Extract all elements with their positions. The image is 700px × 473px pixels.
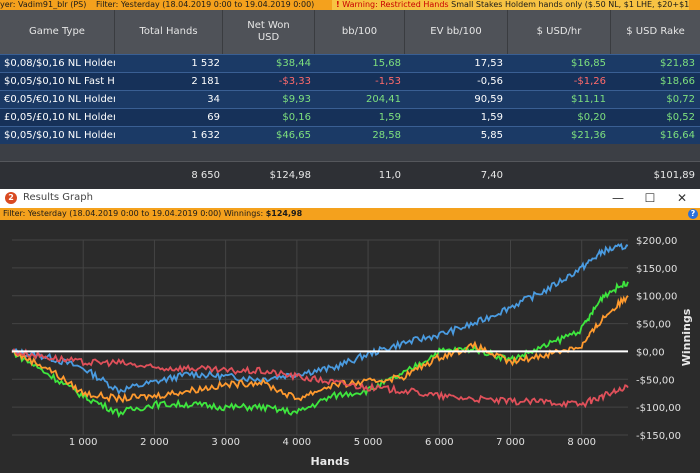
cell-game: €0,05/€0,10 NL Holdem [4,94,115,105]
cell-bb100: 28,58 [372,130,401,141]
cell-game: $0,05/$0,10 NL Fast Ho [4,76,115,87]
x-tick-label: 8 000 [567,437,596,448]
table-row[interactable]: $0,08/$0,16 NL Holdem 1 532 $38,44 15,68 17,… [0,54,700,72]
x-tick-label: 3 000 [211,437,240,448]
x-tick-label: 5 000 [354,437,383,448]
cell-hands: 1 532 [191,58,220,69]
cell-hands: 2 181 [191,76,220,87]
cell-hr: $21,36 [571,130,606,141]
cell-bb100: 15,68 [372,58,401,69]
cell-ev: -0,56 [477,76,503,87]
cell-hands: 34 [207,94,220,105]
cell-hands: 69 [207,112,220,123]
total-bb100: 11,0 [378,170,401,181]
cell-net: $9,93 [282,94,311,105]
table-row[interactable]: $0,05/$0,10 NL Fast Ho 2 181 -$3,33 -1,53 -0… [0,72,700,90]
table-row[interactable]: £0,05/£0,10 NL Holdem 69 $0,16 1,59 1,59 $0,2… [0,108,700,126]
app-logo-icon: 2 [5,192,17,204]
column-header-usd-rake[interactable]: $ USD Rake [611,10,700,54]
cell-bb100: -1,53 [375,76,401,87]
graph-filter-bar[interactable]: Filter: Yesterday (18.04.2019 0:00 to 19… [0,208,700,220]
cell-ev: 5,85 [480,130,503,141]
x-axis-label: Hands [311,455,350,468]
x-tick-label: 4 000 [283,437,312,448]
player-name: yer: Vadim91_blr (PS) [0,0,87,9]
maximize-button[interactable]: ☐ [634,189,666,208]
total-hands: 8 650 [191,170,220,181]
results-graph[interactable]: $200,00 $150,00 $100,00 $50,00 $0,00 -$50,00 -… [0,220,700,473]
cell-rake: $21,83 [660,58,695,69]
cell-bb100: 1,59 [378,112,401,123]
graph-filter-label: Filter: [3,209,26,218]
column-header-game-type[interactable]: Game Type [0,10,115,54]
graph-filter-value: Yesterday (18.04.2019 0:00 to 19.04.2019… [27,209,222,218]
filter-value: Yesterday (18.04.2019 0:00 to 19.04.2019… [120,0,315,9]
total-net-won: $124,98 [269,170,311,181]
results-chart[interactable]: $200,00 $150,00 $100,00 $50,00 $0,00 -$50,00 -… [0,220,700,473]
cell-hr: -$1,26 [573,76,606,87]
warning-detail: Small Stakes Holdem hands only ($.50 NL,… [451,0,690,9]
cell-game: £0,05/£0,10 NL Holdem [4,112,115,123]
winnings-value: $124,98 [265,209,303,218]
x-tick-label: 1 000 [69,437,98,448]
cell-ev: 90,59 [474,94,503,105]
minimize-button[interactable]: — [602,189,634,208]
cell-ev: 17,53 [474,58,503,69]
y-tick-label: $0,00 [636,347,665,358]
column-header-bb100[interactable]: bb/100 [315,10,405,54]
y-tick-label: $200,00 [636,236,677,247]
table-row[interactable]: €0,05/€0,10 NL Holdem 34 $9,93 204,41 90,59 $… [0,90,700,108]
x-tick-label: 6 000 [425,437,454,448]
column-header-total-hands[interactable]: Total Hands [115,10,223,54]
cell-rake: $0,52 [666,112,695,123]
y-axis-label: Winnings [680,308,693,366]
window-title: Results Graph [23,192,93,203]
y-tick-label: -$100,00 [636,403,681,414]
column-header-net-won[interactable]: Net Won USD [223,10,315,54]
total-rake: $101,89 [653,170,695,181]
warning-icon: ! [336,0,340,9]
cell-hr: $11,11 [571,94,606,105]
filter-text[interactable]: Filter: Yesterday (18.04.2019 0:00 to 19… [96,0,314,10]
cell-net: $46,65 [276,130,311,141]
cell-net: $38,44 [276,58,311,69]
cell-bb100: 204,41 [366,94,401,105]
cell-hr: $16,85 [571,58,606,69]
warning-title: Warning: Restricted Hands [342,0,449,9]
column-header-ev-bb100[interactable]: EV bb/100 [405,10,508,54]
table-row[interactable]: $0,05/$0,10 NL Holdem 1 632 $46,65 28,58 5,8… [0,126,700,144]
filter-label: Filter: [96,0,119,9]
totals-row: 8 650 $124,98 11,0 7,40 $101,89 [0,161,700,190]
cell-rake: $18,66 [660,76,695,87]
cell-hands: 1 632 [191,130,220,141]
help-icon[interactable]: ? [688,209,698,219]
cell-hr: $0,20 [577,112,606,123]
cell-rake: $16,64 [660,130,695,141]
graph-window-titlebar: 2 Results Graph — ☐ ✕ [0,189,700,208]
cell-game: $0,05/$0,10 NL Holdem [4,130,115,141]
cell-game: $0,08/$0,16 NL Holdem [4,58,115,69]
y-tick-label: $100,00 [636,292,677,303]
total-ev-bb100: 7,40 [480,170,503,181]
cell-net: $0,16 [282,112,311,123]
x-tick-label: 7 000 [496,437,525,448]
y-tick-label: $150,00 [636,264,677,275]
close-button[interactable]: ✕ [666,189,698,208]
cell-net: -$3,33 [278,76,311,87]
table-header: Game Type Total Hands Net Won USD bb/100… [0,10,700,54]
stats-table: Game Type Total Hands Net Won USD bb/100… [0,10,700,190]
y-tick-label: -$50,00 [636,375,675,386]
restricted-warning[interactable]: ! Warning: Restricted Hands Small Stakes… [332,0,690,10]
column-header-usd-hr[interactable]: $ USD/hr [508,10,611,54]
top-filter-bar: yer: Vadim91_blr (PS) Filter: Yesterday … [0,0,700,10]
cell-ev: 1,59 [480,112,503,123]
x-tick-label: 2 000 [140,437,169,448]
winnings-label: Winnings: [223,209,264,218]
y-tick-label: $50,00 [636,320,671,331]
y-tick-label: -$150,00 [636,431,681,442]
cell-rake: $0,72 [666,94,695,105]
